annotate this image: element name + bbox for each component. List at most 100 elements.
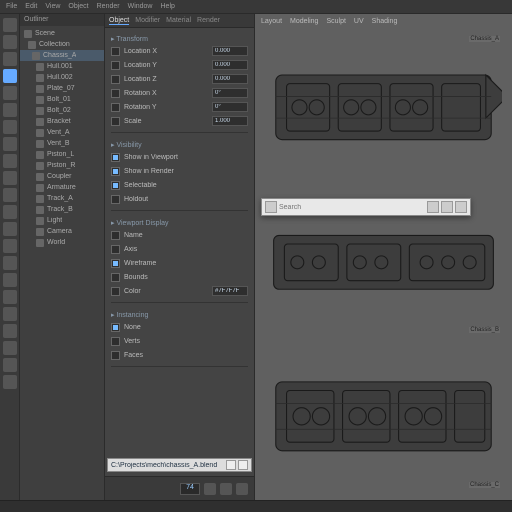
tool-icon-2[interactable]	[3, 52, 17, 66]
menu-file[interactable]: File	[6, 3, 17, 10]
field-input[interactable]	[212, 88, 248, 98]
field-input[interactable]	[212, 116, 248, 126]
tool-icon-14[interactable]	[3, 256, 17, 270]
checkbox[interactable]	[111, 75, 120, 84]
vtab-sculpt[interactable]: Sculpt	[326, 18, 345, 25]
menu-edit[interactable]: Edit	[25, 3, 37, 10]
play-icon[interactable]	[204, 483, 216, 495]
model-c[interactable]: Chassis_C	[265, 343, 502, 490]
search-next-icon[interactable]	[441, 201, 453, 213]
menu-render[interactable]: Render	[97, 3, 120, 10]
checkbox[interactable]	[111, 323, 120, 332]
tool-icon-4[interactable]	[3, 86, 17, 100]
tab-material[interactable]: Material	[166, 17, 191, 24]
tool-icon-5[interactable]	[3, 103, 17, 117]
tool-icon-0[interactable]	[3, 18, 17, 32]
group-header-3[interactable]: ▸ Instancing	[111, 311, 248, 319]
checkbox[interactable]	[111, 273, 120, 282]
file-path-box[interactable]: C:\Projects\mech\chassis_A.blend	[107, 458, 252, 472]
field-input[interactable]	[212, 102, 248, 112]
vtab-uv[interactable]: UV	[354, 18, 364, 25]
outline-item-7[interactable]: Bolt_02	[20, 105, 104, 116]
outline-item-14[interactable]: Armature	[20, 182, 104, 193]
vtab-shading[interactable]: Shading	[372, 18, 398, 25]
tool-icon-17[interactable]	[3, 307, 17, 321]
outline-item-2[interactable]: Chassis_A	[20, 50, 104, 61]
outline-item-12[interactable]: Piston_R	[20, 160, 104, 171]
field-input[interactable]	[212, 60, 248, 70]
outline-item-10[interactable]: Vent_B	[20, 138, 104, 149]
tool-icon-20[interactable]	[3, 358, 17, 372]
checkbox[interactable]	[111, 153, 120, 162]
outline-item-8[interactable]: Bracket	[20, 116, 104, 127]
tool-icon-15[interactable]	[3, 273, 17, 287]
tab-modifier[interactable]: Modifier	[135, 17, 160, 24]
tool-icon-9[interactable]	[3, 171, 17, 185]
tool-icon-19[interactable]	[3, 341, 17, 355]
checkbox[interactable]	[111, 337, 120, 346]
menu-window[interactable]: Window	[128, 3, 153, 10]
checkbox[interactable]	[111, 89, 120, 98]
outline-item-13[interactable]: Coupler	[20, 171, 104, 182]
outline-item-19[interactable]: World	[20, 237, 104, 248]
field-input[interactable]	[212, 46, 248, 56]
group-header-1[interactable]: ▸ Visibility	[111, 141, 248, 149]
outline-item-17[interactable]: Light	[20, 215, 104, 226]
field-input[interactable]	[212, 74, 248, 84]
tool-icon-10[interactable]	[3, 188, 17, 202]
search-prev-icon[interactable]	[427, 201, 439, 213]
outline-item-0[interactable]: Scene	[20, 28, 104, 39]
checkbox[interactable]	[111, 231, 120, 240]
tool-icon-18[interactable]	[3, 324, 17, 338]
tool-icon-3[interactable]	[3, 69, 17, 83]
checkbox[interactable]	[111, 245, 120, 254]
viewport[interactable]: Layout Modeling Sculpt UV Shading	[255, 14, 512, 500]
reload-button[interactable]	[238, 460, 248, 470]
tool-icon-11[interactable]	[3, 205, 17, 219]
outline-item-4[interactable]: Hull.002	[20, 72, 104, 83]
checkbox[interactable]	[111, 103, 120, 112]
tab-render[interactable]: Render	[197, 17, 220, 24]
search-input[interactable]	[279, 204, 425, 211]
checkbox[interactable]	[111, 47, 120, 56]
tool-icon-16[interactable]	[3, 290, 17, 304]
outline-item-6[interactable]: Bolt_01	[20, 94, 104, 105]
tab-object[interactable]: Object	[109, 17, 129, 25]
checkbox[interactable]	[111, 351, 120, 360]
tool-icon-6[interactable]	[3, 120, 17, 134]
tool-icon-21[interactable]	[3, 375, 17, 389]
tool-icon-7[interactable]	[3, 137, 17, 151]
menu-view[interactable]: View	[45, 3, 60, 10]
outline-item-3[interactable]: Hull.001	[20, 61, 104, 72]
menu-object[interactable]: Object	[68, 3, 88, 10]
checkbox[interactable]	[111, 167, 120, 176]
tool-icon-13[interactable]	[3, 239, 17, 253]
model-a[interactable]: Chassis_A	[265, 34, 502, 181]
outline-item-5[interactable]: Plate_07	[20, 83, 104, 94]
viewport-search[interactable]	[261, 198, 471, 216]
checkbox[interactable]	[111, 287, 120, 296]
vtab-layout[interactable]: Layout	[261, 18, 282, 25]
checkbox[interactable]	[111, 117, 120, 126]
outline-item-16[interactable]: Track_B	[20, 204, 104, 215]
checkbox[interactable]	[111, 181, 120, 190]
outline-item-11[interactable]: Piston_L	[20, 149, 104, 160]
group-header-0[interactable]: ▸ Transform	[111, 35, 248, 43]
frame-counter[interactable]: 74	[180, 483, 200, 495]
outline-item-15[interactable]: Track_A	[20, 193, 104, 204]
search-close-icon[interactable]	[455, 201, 467, 213]
tool-icon-8[interactable]	[3, 154, 17, 168]
browse-button[interactable]	[226, 460, 236, 470]
checkbox[interactable]	[111, 195, 120, 204]
checkbox[interactable]	[111, 259, 120, 268]
outline-item-18[interactable]: Camera	[20, 226, 104, 237]
checkbox[interactable]	[111, 61, 120, 70]
outline-item-9[interactable]: Vent_A	[20, 127, 104, 138]
settings-icon[interactable]	[236, 483, 248, 495]
tool-icon-1[interactable]	[3, 35, 17, 49]
tool-icon-12[interactable]	[3, 222, 17, 236]
record-icon[interactable]	[220, 483, 232, 495]
outline-item-1[interactable]: Collection	[20, 39, 104, 50]
field-input[interactable]	[212, 286, 248, 296]
menu-help[interactable]: Help	[161, 3, 175, 10]
